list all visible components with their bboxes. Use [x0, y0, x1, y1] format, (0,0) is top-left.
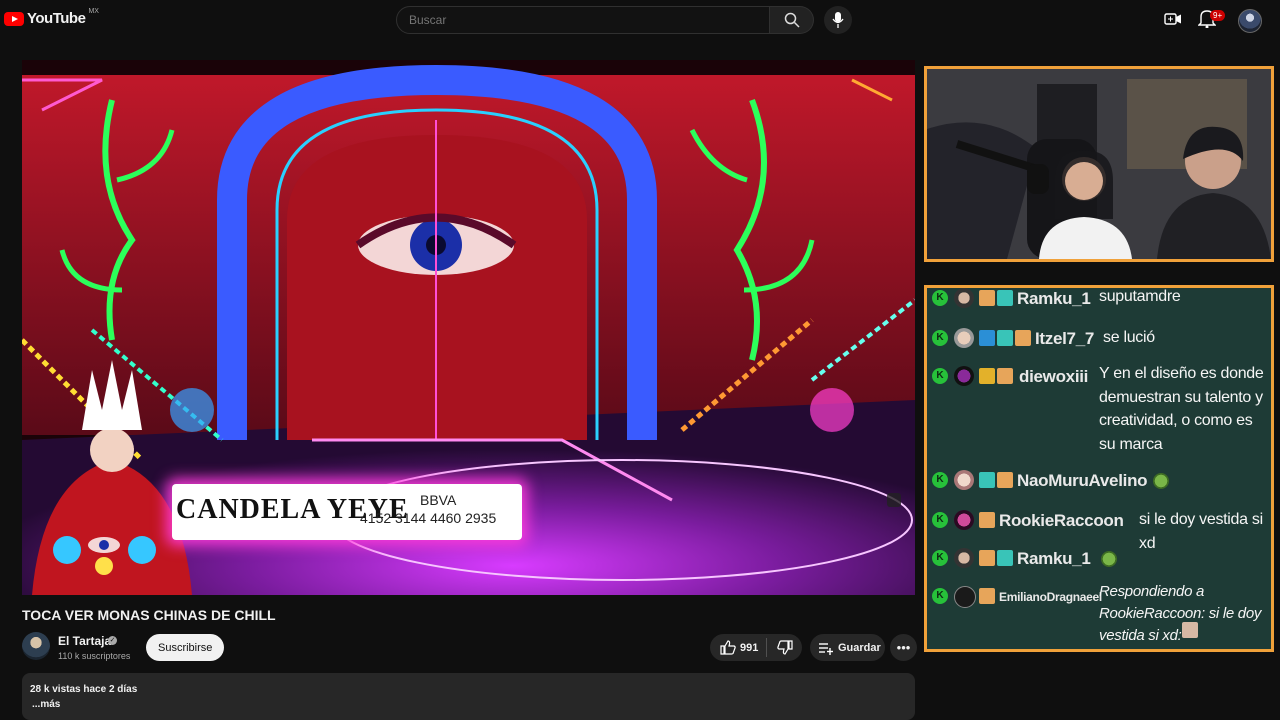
kick-badge-icon: K — [932, 512, 948, 528]
face-emote-icon — [1182, 622, 1198, 638]
description-more-link[interactable]: ...más — [32, 699, 60, 710]
chat-message: K NaoMuruAvelino — [927, 468, 1271, 494]
default-avatar-icon — [954, 586, 976, 608]
kick-badge-icon: K — [932, 472, 948, 488]
chat-username: RookieRaccoon — [999, 511, 1124, 530]
tool-badge-icon — [979, 330, 995, 346]
chat-message: K diewoxiii Y en el diseño es donde demu… — [927, 364, 1271, 458]
video-title: TOCA VER MONAS CHINAS DE CHILL — [22, 607, 276, 623]
sub-badge-icon — [997, 368, 1013, 384]
sub-badge-icon — [979, 290, 995, 306]
frog-emote-icon — [1101, 551, 1117, 567]
like-button[interactable] — [720, 640, 736, 660]
description-box[interactable] — [22, 673, 915, 720]
verified-icon: ✓ — [108, 636, 117, 645]
chat-text: Y en el diseño es donde demuestran su ta… — [1099, 365, 1264, 453]
like-divider — [766, 638, 767, 657]
live-chat-overlay: K Ramku_1 suputamdre K Itzel7_7 se lució… — [924, 285, 1274, 652]
kick-badge-icon: K — [932, 550, 948, 566]
like-count: 991 — [740, 642, 759, 654]
account-avatar[interactable] — [1238, 9, 1262, 33]
subscriber-count: 110 k suscriptores — [58, 651, 131, 661]
chat-message: K EmilianoDragnaeel Respondiendo a Rooki… — [927, 583, 1271, 648]
create-button[interactable] — [1164, 10, 1182, 33]
channel-avatar[interactable] — [22, 632, 50, 660]
og-badge-icon — [979, 472, 995, 488]
chat-text: se lució — [1103, 329, 1155, 346]
user-avatar — [954, 470, 974, 490]
kick-badge-icon: K — [932, 368, 948, 384]
user-avatar — [954, 288, 974, 308]
more-dots-icon: ••• — [896, 640, 911, 655]
create-video-icon — [1164, 13, 1181, 25]
search-icon — [784, 12, 800, 28]
search-input[interactable] — [396, 6, 770, 34]
more-actions-button[interactable]: ••• — [890, 634, 917, 661]
chat-message: K RookieRaccoon si le doy vestida si xd — [927, 508, 1271, 552]
chat-username: NaoMuruAvelino — [1017, 471, 1148, 490]
frog-emote-icon — [1153, 473, 1169, 489]
logo-text: YouTube — [27, 10, 86, 27]
webcam-video-frame — [927, 69, 1271, 259]
sub-badge-icon — [997, 472, 1013, 488]
sub-badge-icon — [979, 512, 995, 528]
country-code: MX — [88, 8, 99, 15]
subscribe-button[interactable]: Suscribirse — [146, 634, 225, 661]
kick-badge-icon: K — [932, 290, 948, 306]
sub-badge-icon — [979, 588, 995, 604]
lower-third-account: 4152 3144 4460 2935 — [360, 510, 497, 526]
chat-message: K Ramku_1 suputamdre — [927, 288, 1271, 310]
chat-message: K Itzel7_7 se lució — [927, 326, 1271, 352]
lower-third-bank: BBVA — [420, 492, 457, 508]
microphone-icon — [832, 12, 844, 28]
youtube-play-icon — [4, 11, 24, 26]
user-avatar — [954, 328, 974, 348]
thumbs-down-icon — [777, 640, 793, 655]
gift-badge-icon — [997, 290, 1013, 306]
chat-username: diewoxiii — [1019, 367, 1089, 386]
chat-username: EmilianoDragnaeel — [999, 590, 1102, 604]
youtube-logo[interactable]: YouTube MX — [4, 8, 99, 27]
thumbs-up-icon — [720, 640, 736, 655]
sub-badge-icon — [1015, 330, 1031, 346]
notification-badge: 9+ — [1210, 10, 1226, 21]
save-label: Guardar — [838, 642, 881, 654]
channel-name[interactable]: El Tartaja — [58, 634, 111, 648]
chat-text: suputamdre — [1099, 288, 1181, 305]
streamer-webcam — [924, 66, 1274, 262]
dislike-button[interactable] — [777, 640, 793, 660]
crown-badge-icon — [979, 368, 995, 384]
gift-badge-icon — [997, 550, 1013, 566]
og-badge-icon — [997, 330, 1013, 346]
views-and-date: 28 k vistas hace 2 días — [30, 684, 138, 695]
user-avatar — [954, 510, 974, 530]
kick-badge-icon: K — [932, 330, 948, 346]
voice-search-button[interactable] — [824, 6, 852, 34]
chat-username: Ramku_1 — [1017, 549, 1091, 568]
chat-username: Ramku_1 — [1017, 289, 1091, 308]
sub-badge-icon — [979, 550, 995, 566]
kick-badge-icon: K — [932, 588, 948, 604]
chat-username: Itzel7_7 — [1035, 329, 1095, 348]
save-playlist-icon — [818, 641, 834, 660]
search-button[interactable] — [770, 6, 814, 34]
user-avatar — [954, 548, 974, 568]
user-avatar — [954, 366, 974, 386]
chat-message: K Ramku_1 — [927, 546, 1271, 572]
